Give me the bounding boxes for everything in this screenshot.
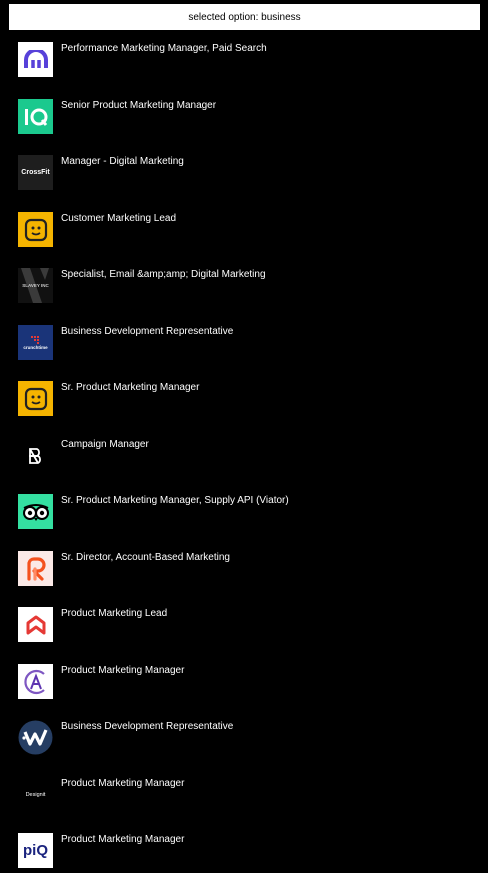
job-list-item[interactable]: Campaign Manager <box>0 436 488 476</box>
job-list-item[interactable]: SLAVEY INC Specialist, Email &amp;amp; D… <box>0 266 488 306</box>
job-list-item[interactable]: Sr. Director, Account-Based Marketing <box>0 549 488 589</box>
job-list-item[interactable]: Performance Marketing Manager, Paid Sear… <box>0 40 488 80</box>
job-list-item[interactable]: Customer Marketing Lead <box>0 210 488 250</box>
job-title: Sr. Director, Account-Based Marketing <box>61 552 230 563</box>
b-letter-logo-icon <box>18 438 53 473</box>
job-title: Customer Marketing Lead <box>61 213 177 224</box>
job-title: Product Marketing Manager <box>61 778 185 789</box>
job-list-item[interactable]: Product Marketing Lead <box>0 605 488 645</box>
job-title: Product Marketing Manager <box>61 834 185 845</box>
r-arrow-logo-icon <box>18 551 53 586</box>
job-list-item[interactable]: Sr. Product Marketing Manager <box>0 379 488 419</box>
smiley-box-logo-icon <box>18 381 53 416</box>
job-list-item[interactable]: crunchtime Business Development Represen… <box>0 323 488 363</box>
job-title: Senior Product Marketing Manager <box>61 100 217 111</box>
smiley-box-logo-icon <box>18 212 53 247</box>
job-title: Campaign Manager <box>61 439 149 450</box>
iq-logo-icon <box>18 99 53 134</box>
selected-option-label: selected option: business <box>188 11 301 23</box>
job-title: Specialist, Email &amp;amp; Digital Mark… <box>61 269 266 280</box>
job-list-item[interactable]: Designit Product Marketing Manager <box>0 775 488 815</box>
crunchtime-logo-icon: crunchtime <box>18 325 53 360</box>
chevron-stack-logo-icon <box>18 607 53 642</box>
job-list-item[interactable]: CrossFit Manager - Digital Marketing <box>0 153 488 193</box>
designit-logo-icon: Designit <box>18 777 53 812</box>
slavey-logo-icon: SLAVEY INC <box>18 268 53 303</box>
job-list-item[interactable]: Senior Product Marketing Manager <box>0 97 488 137</box>
job-list-item[interactable]: piQ Product Marketing Manager <box>0 831 488 871</box>
job-title: Product Marketing Manager <box>61 665 185 676</box>
piq-logo-icon: piQ <box>18 833 53 868</box>
job-title: Performance Marketing Manager, Paid Sear… <box>61 43 267 54</box>
w-circle-logo-icon <box>18 720 53 755</box>
selected-option-header: selected option: business <box>9 4 480 30</box>
kraken-logo-icon <box>18 42 53 77</box>
job-title: Business Development Representative <box>61 326 234 337</box>
job-list-item[interactable]: Product Marketing Manager <box>0 662 488 702</box>
job-title: Product Marketing Lead <box>61 608 168 619</box>
job-title: Sr. Product Marketing Manager, Supply AP… <box>61 495 289 506</box>
a-circle-logo-icon <box>18 664 53 699</box>
job-list-item[interactable]: Sr. Product Marketing Manager, Supply AP… <box>0 492 488 532</box>
job-list-item[interactable]: Business Development Representative <box>0 718 488 758</box>
job-title: Manager - Digital Marketing <box>61 156 184 167</box>
tripadvisor-owl-logo-icon <box>18 494 53 529</box>
job-title: Sr. Product Marketing Manager <box>61 382 200 393</box>
job-title: Business Development Representative <box>61 721 234 732</box>
crossfit-logo-icon: CrossFit <box>18 155 53 190</box>
